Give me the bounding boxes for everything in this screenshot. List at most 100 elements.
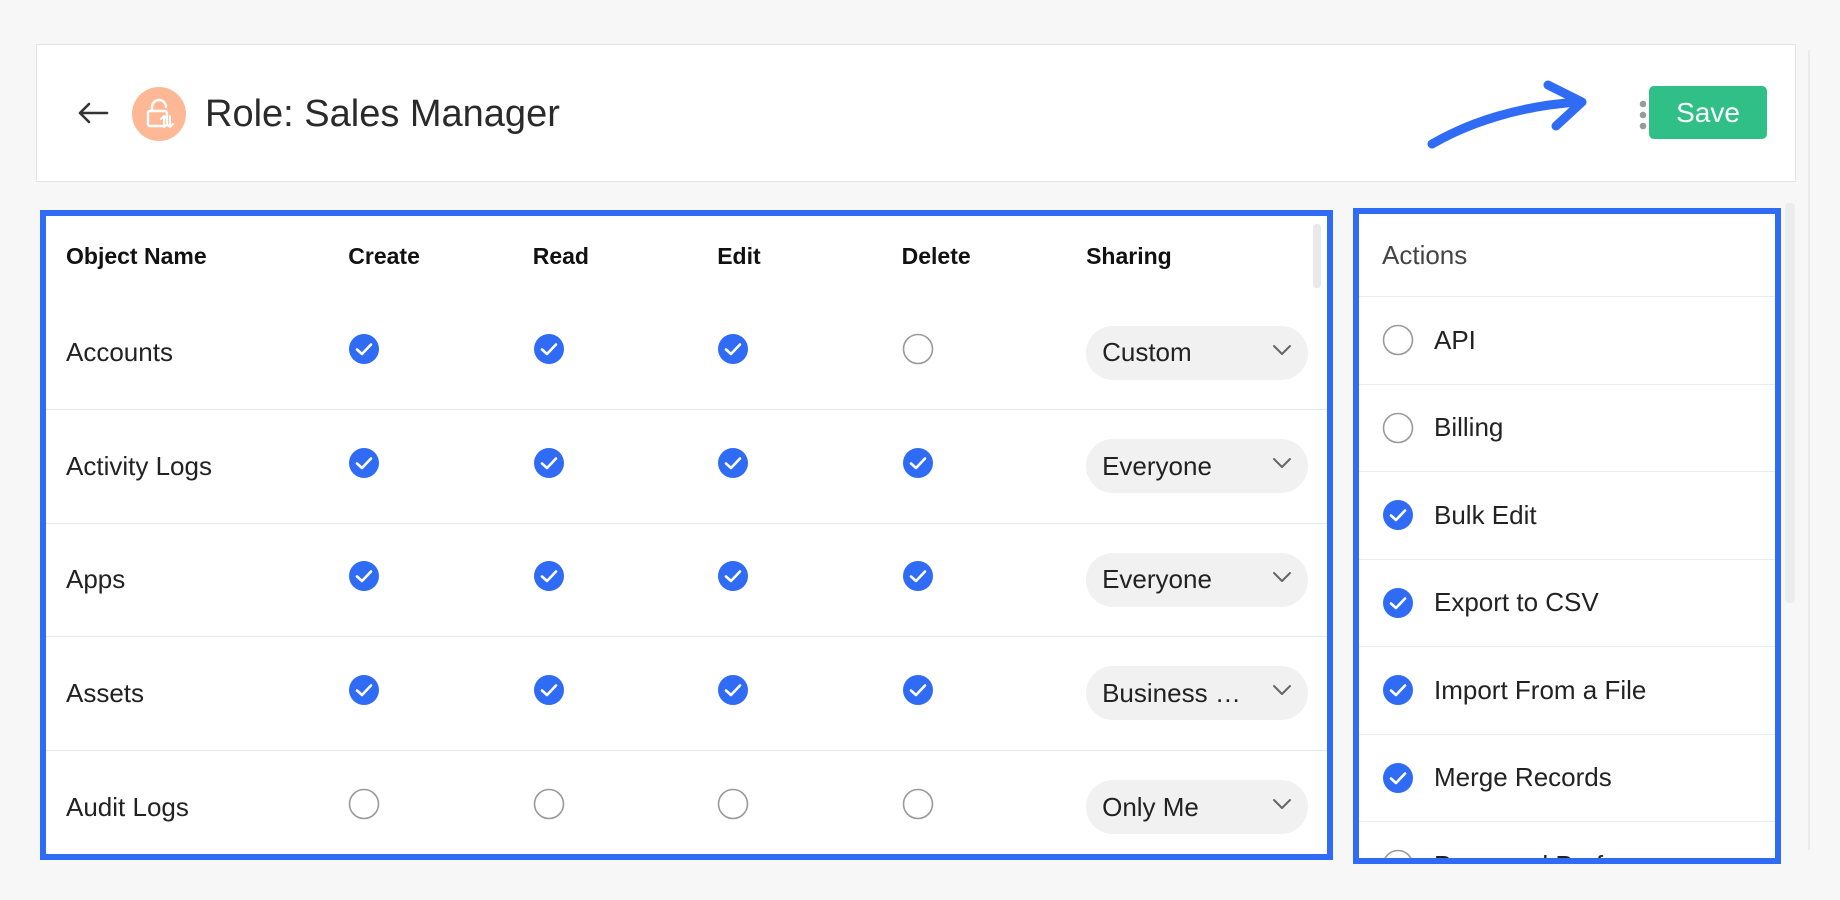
more-vertical-icon [1639,100,1647,130]
lock-swap-icon [146,98,174,128]
save-button[interactable]: Save [1649,86,1767,139]
check-circle-icon [902,561,933,592]
chevron-down-icon [1273,344,1292,355]
delete-checkbox[interactable] [902,447,934,479]
action-label: API [1434,324,1476,355]
check-circle-icon [349,561,380,592]
create-checkbox[interactable] [348,788,380,820]
sharing-select[interactable]: Business … [1086,666,1309,721]
check-circle-icon [533,447,564,478]
permissions-header-row: Object Name Create Read Edit Delete Shar… [46,216,1327,296]
read-checkbox[interactable] [533,788,565,820]
chevron-down-icon [1273,458,1292,469]
action-item-api[interactable]: API [1359,297,1775,385]
page-title: Role: Sales Manager [205,93,560,135]
sharing-select[interactable]: Everyone [1086,552,1309,607]
column-header-object-name: Object Name [66,242,207,269]
object-name: Accounts [66,337,173,367]
check-circle-icon [349,334,380,364]
check-circle-icon [718,447,749,478]
edit-checkbox[interactable] [717,447,749,479]
check-circle-icon [1383,587,1413,618]
table-row: Activity Logs Everyone [46,409,1327,523]
action-item-export-csv[interactable]: Export to CSV [1359,560,1775,647]
read-checkbox[interactable] [533,447,565,479]
column-header-delete: Delete [901,242,971,269]
empty-circle-icon [902,788,933,819]
delete-checkbox[interactable] [902,560,934,592]
sharing-select[interactable]: Everyone [1086,439,1309,494]
action-item-password-preferences[interactable]: Password Preferences [1359,822,1775,858]
action-label: Bulk Edit [1434,499,1537,530]
permissions-scrollbar[interactable] [1313,224,1321,288]
sharing-select[interactable]: Only Me [1086,780,1309,834]
create-checkbox[interactable] [348,674,380,706]
delete-checkbox[interactable] [902,788,934,820]
table-row: Assets Business … [46,636,1327,750]
sharing-value: Custom [1102,337,1192,367]
back-button[interactable] [71,91,115,135]
sharing-value: Business … [1102,677,1241,708]
empty-circle-icon [1382,412,1414,444]
read-checkbox[interactable] [533,333,565,365]
table-row: Audit Logs Only Me [46,749,1327,854]
object-name: Assets [46,636,329,750]
check-circle-icon [349,674,380,705]
check-circle-icon [718,561,749,592]
empty-circle-icon [902,333,933,365]
edit-checkbox[interactable] [717,674,749,706]
actions-panel: Actions API Billing Bulk Edit Export to … [1353,208,1781,864]
empty-circle-icon [348,788,380,819]
create-checkbox[interactable] [348,333,380,365]
sharing-select[interactable]: Custom [1086,325,1309,380]
table-row: Apps Everyone [46,522,1327,637]
permissions-panel: Object Name Create Read Edit Delete Shar… [40,210,1333,860]
action-label: Merge Records [1434,762,1612,793]
object-name: Apps [46,522,329,637]
role-avatar [132,87,186,141]
create-checkbox[interactable] [348,447,380,479]
arrow-left-icon [78,102,109,124]
action-checkbox[interactable] [1382,499,1414,531]
action-label: Billing [1434,412,1504,443]
empty-circle-icon [1382,324,1414,356]
chevron-down-icon [1273,799,1292,809]
column-header-sharing: Sharing [1086,242,1172,269]
action-label: Password Preferences [1434,850,1696,858]
check-circle-icon [1383,762,1413,793]
edit-checkbox[interactable] [717,788,749,820]
delete-checkbox[interactable] [902,333,934,365]
action-item-billing[interactable]: Billing [1359,385,1775,472]
check-circle-icon [533,334,564,364]
read-checkbox[interactable] [533,674,565,706]
read-checkbox[interactable] [533,560,565,592]
permissions-table: Object Name Create Read Edit Delete Shar… [46,216,1327,854]
object-name: Activity Logs [46,409,329,523]
action-checkbox[interactable] [1382,324,1414,356]
edit-checkbox[interactable] [717,333,749,365]
actions-title: Actions [1359,214,1775,297]
chevron-down-icon [1273,571,1292,582]
object-name: Audit Logs [46,749,329,854]
action-item-bulk-edit[interactable]: Bulk Edit [1359,472,1775,560]
action-checkbox[interactable] [1382,587,1414,619]
check-circle-icon [349,447,380,478]
table-row: Accounts Custom [46,296,1327,410]
action-checkbox[interactable] [1382,849,1414,858]
action-checkbox[interactable] [1382,762,1414,794]
check-circle-icon [902,674,933,705]
column-header-edit: Edit [717,242,761,269]
edit-checkbox[interactable] [717,560,749,592]
check-circle-icon [1383,675,1413,706]
action-item-merge-records[interactable]: Merge Records [1359,735,1775,822]
page-scrollbar[interactable] [1785,203,1795,603]
check-circle-icon [1383,500,1413,531]
create-checkbox[interactable] [348,560,380,592]
action-label: Import From a File [1434,674,1647,705]
action-checkbox[interactable] [1382,412,1414,444]
empty-circle-icon [717,788,749,819]
column-header-create: Create [348,242,420,269]
action-item-import-file[interactable]: Import From a File [1359,647,1775,735]
delete-checkbox[interactable] [902,674,934,706]
action-checkbox[interactable] [1382,674,1414,706]
